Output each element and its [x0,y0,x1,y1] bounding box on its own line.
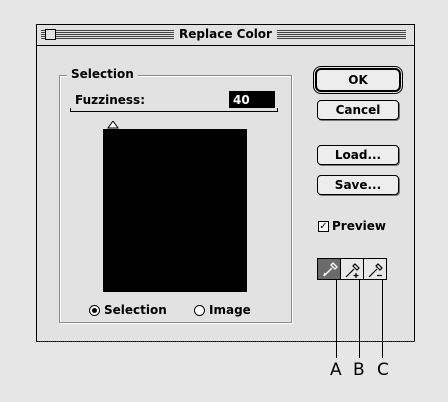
cancel-button[interactable]: Cancel [317,100,399,120]
radio-image[interactable]: Image [194,303,251,317]
radio-image-label: Image [209,303,251,317]
eyedropper-icon[interactable] [317,258,341,280]
ok-button[interactable]: OK [315,68,401,92]
preview-checkbox-box[interactable]: ✓ [318,220,329,232]
eyedropper-tools [317,258,387,280]
save-button[interactable]: Save... [317,175,399,195]
selection-group-label: Selection [67,67,138,81]
preview-checkbox-label: Preview [332,219,387,233]
fuzziness-label: Fuzziness: [75,93,145,107]
radio-image-button[interactable] [194,304,205,316]
fuzziness-slider-track[interactable] [70,108,278,112]
callout-label-c: C [377,360,389,380]
radio-selection[interactable]: Selection [89,303,167,317]
close-box-icon[interactable] [45,29,56,40]
window-title-wrap: Replace Color [37,27,414,41]
eyedropper-plus-icon[interactable] [340,258,364,280]
fuzziness-slider-thumb[interactable] [107,114,119,129]
radio-selection-button[interactable] [89,304,100,316]
load-button[interactable]: Load... [317,145,399,165]
eyedropper-minus-icon[interactable] [363,258,387,280]
callout-label-b: B [353,360,365,380]
preview-checkbox[interactable]: ✓ Preview [318,219,386,233]
callout-line-b [359,280,360,358]
fuzziness-input[interactable] [229,91,275,108]
selection-preview [103,129,247,292]
callout-label-a: A [330,360,342,380]
callout-line-a [336,280,337,358]
window-title: Replace Color [174,27,277,41]
title-bar[interactable]: Replace Color [37,25,414,46]
callout-line-c [382,280,383,358]
radio-selection-label: Selection [104,303,167,317]
